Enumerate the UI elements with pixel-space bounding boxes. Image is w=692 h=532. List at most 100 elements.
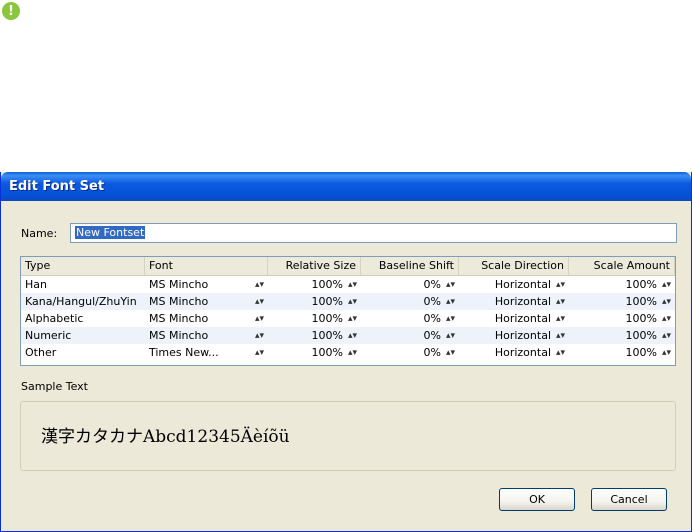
cell-font[interactable]: MS Mincho ▴▾: [145, 329, 268, 342]
cell-scale-direction[interactable]: Horizontal ▴▾: [459, 278, 569, 291]
up-down-arrows-icon[interactable]: ▴▾: [250, 314, 264, 324]
relative-size-value: 100%: [311, 346, 343, 359]
up-down-arrows-icon[interactable]: ▴▾: [343, 280, 357, 290]
up-down-arrows-icon[interactable]: ▴▾: [441, 348, 455, 358]
cell-baseline-shift[interactable]: 0% ▴▾: [361, 278, 459, 291]
table-row[interactable]: Other Times New... ▴▾ 100% ▴▾ 0% ▴▾ Horizontal ▴…: [21, 344, 675, 361]
cell-type[interactable]: Other: [21, 346, 145, 359]
scale-direction-value: Horizontal: [494, 295, 551, 308]
up-down-arrows-icon[interactable]: ▴▾: [551, 314, 565, 324]
up-down-arrows-icon[interactable]: ▴▾: [343, 348, 357, 358]
cell-type[interactable]: Alphabetic: [21, 312, 145, 325]
cell-scale-amount[interactable]: 100% ▴▾: [569, 329, 675, 342]
cell-relative-size[interactable]: 100% ▴▾: [268, 312, 361, 325]
table-row[interactable]: Numeric MS Mincho ▴▾ 100% ▴▾ 0% ▴▾ Horizontal ▴▾…: [21, 327, 675, 344]
relative-size-value: 100%: [311, 278, 343, 291]
cell-scale-amount[interactable]: 100% ▴▾: [569, 312, 675, 325]
up-down-arrows-icon[interactable]: ▴▾: [250, 348, 264, 358]
sample-text: 漢字カタカナAbcd12345Äèíõü: [41, 427, 290, 447]
up-down-arrows-icon[interactable]: ▴▾: [551, 280, 565, 290]
up-down-arrows-icon[interactable]: ▴▾: [551, 348, 565, 358]
column-header-type[interactable]: Type: [21, 257, 145, 275]
scale-amount-value: 100%: [625, 312, 657, 325]
baseline-shift-value: 0%: [423, 295, 441, 308]
column-header-font[interactable]: Font: [145, 257, 268, 275]
cell-baseline-shift[interactable]: 0% ▴▾: [361, 346, 459, 359]
scale-direction-value: Horizontal: [494, 329, 551, 342]
cell-baseline-shift[interactable]: 0% ▴▾: [361, 329, 459, 342]
cell-scale-amount[interactable]: 100% ▴▾: [569, 295, 675, 308]
cell-type[interactable]: Kana/Hangul/ZhuYin: [21, 295, 145, 308]
font-value: Times New...: [149, 346, 219, 359]
up-down-arrows-icon[interactable]: ▴▾: [441, 280, 455, 290]
column-header-baseline-shift[interactable]: Baseline Shift: [361, 257, 459, 275]
cell-type[interactable]: Han: [21, 278, 145, 291]
cell-relative-size[interactable]: 100% ▴▾: [268, 278, 361, 291]
cell-scale-direction[interactable]: Horizontal ▴▾: [459, 312, 569, 325]
up-down-arrows-icon[interactable]: ▴▾: [551, 331, 565, 341]
font-value: MS Mincho: [149, 312, 209, 325]
up-down-arrows-icon[interactable]: ▴▾: [343, 314, 357, 324]
cell-baseline-shift[interactable]: 0% ▴▾: [361, 312, 459, 325]
cell-scale-amount[interactable]: 100% ▴▾: [569, 278, 675, 291]
relative-size-value: 100%: [311, 329, 343, 342]
font-set-grid: Type Font Relative Size Baseline Shift S…: [20, 256, 676, 366]
cell-font[interactable]: Times New... ▴▾: [145, 346, 268, 359]
column-header-relative-size[interactable]: Relative Size: [268, 257, 361, 275]
up-down-arrows-icon[interactable]: ▴▾: [551, 297, 565, 307]
table-row[interactable]: Alphabetic MS Mincho ▴▾ 100% ▴▾ 0% ▴▾ Horizonta…: [21, 310, 675, 327]
scale-direction-value: Horizontal: [494, 312, 551, 325]
table-row[interactable]: Han MS Mincho ▴▾ 100% ▴▾ 0% ▴▾ Horizontal ▴▾ 100%…: [21, 276, 675, 293]
up-down-arrows-icon[interactable]: ▴▾: [250, 280, 264, 290]
up-down-arrows-icon[interactable]: ▴▾: [343, 331, 357, 341]
cancel-button[interactable]: Cancel: [591, 488, 667, 511]
column-header-scale-amount[interactable]: Scale Amount: [569, 257, 675, 275]
cell-scale-direction[interactable]: Horizontal ▴▾: [459, 329, 569, 342]
cell-font[interactable]: MS Mincho ▴▾: [145, 295, 268, 308]
name-value: New Fontset: [75, 226, 146, 239]
up-down-arrows-icon[interactable]: ▴▾: [250, 297, 264, 307]
column-header-scale-direction[interactable]: Scale Direction: [459, 257, 569, 275]
name-label: Name:: [21, 227, 58, 240]
relative-size-value: 100%: [311, 312, 343, 325]
scale-direction-value: Horizontal: [494, 346, 551, 359]
edit-font-set-dialog: Edit Font Set Name: New Fontset Type Fon…: [0, 172, 692, 532]
cell-scale-amount[interactable]: 100% ▴▾: [569, 346, 675, 359]
baseline-shift-value: 0%: [423, 346, 441, 359]
up-down-arrows-icon[interactable]: ▴▾: [657, 314, 671, 324]
ok-button[interactable]: OK: [499, 488, 575, 511]
up-down-arrows-icon[interactable]: ▴▾: [657, 348, 671, 358]
up-down-arrows-icon[interactable]: ▴▾: [441, 331, 455, 341]
up-down-arrows-icon[interactable]: ▴▾: [441, 297, 455, 307]
scale-amount-value: 100%: [625, 346, 657, 359]
baseline-shift-value: 0%: [423, 329, 441, 342]
table-row[interactable]: Kana/Hangul/ZhuYin MS Mincho ▴▾ 100% ▴▾ 0% ▴▾ H…: [21, 293, 675, 310]
cell-relative-size[interactable]: 100% ▴▾: [268, 329, 361, 342]
up-down-arrows-icon[interactable]: ▴▾: [250, 331, 264, 341]
up-down-arrows-icon[interactable]: ▴▾: [657, 297, 671, 307]
scale-amount-value: 100%: [625, 278, 657, 291]
up-down-arrows-icon[interactable]: ▴▾: [343, 297, 357, 307]
scale-amount-value: 100%: [625, 329, 657, 342]
cell-scale-direction[interactable]: Horizontal ▴▾: [459, 295, 569, 308]
cell-font[interactable]: MS Mincho ▴▾: [145, 312, 268, 325]
cell-baseline-shift[interactable]: 0% ▴▾: [361, 295, 459, 308]
cell-font[interactable]: MS Mincho ▴▾: [145, 278, 268, 291]
font-value: MS Mincho: [149, 278, 209, 291]
cell-scale-direction[interactable]: Horizontal ▴▾: [459, 346, 569, 359]
up-down-arrows-icon[interactable]: ▴▾: [441, 314, 455, 324]
up-down-arrows-icon[interactable]: ▴▾: [657, 331, 671, 341]
cell-relative-size[interactable]: 100% ▴▾: [268, 295, 361, 308]
title-bar[interactable]: Edit Font Set: [1, 172, 691, 201]
sample-text-label: Sample Text: [21, 380, 88, 393]
scale-amount-value: 100%: [625, 295, 657, 308]
cell-type[interactable]: Numeric: [21, 329, 145, 342]
grid-body: Han MS Mincho ▴▾ 100% ▴▾ 0% ▴▾ Horizontal ▴▾ 100%…: [21, 276, 675, 361]
dialog-title: Edit Font Set: [9, 179, 105, 194]
sample-text-box: 漢字カタカナAbcd12345Äèíõü: [20, 401, 676, 471]
baseline-shift-value: 0%: [423, 278, 441, 291]
grid-header: Type Font Relative Size Baseline Shift S…: [21, 257, 675, 276]
up-down-arrows-icon[interactable]: ▴▾: [657, 280, 671, 290]
cell-relative-size[interactable]: 100% ▴▾: [268, 346, 361, 359]
name-field[interactable]: New Fontset: [70, 223, 677, 243]
